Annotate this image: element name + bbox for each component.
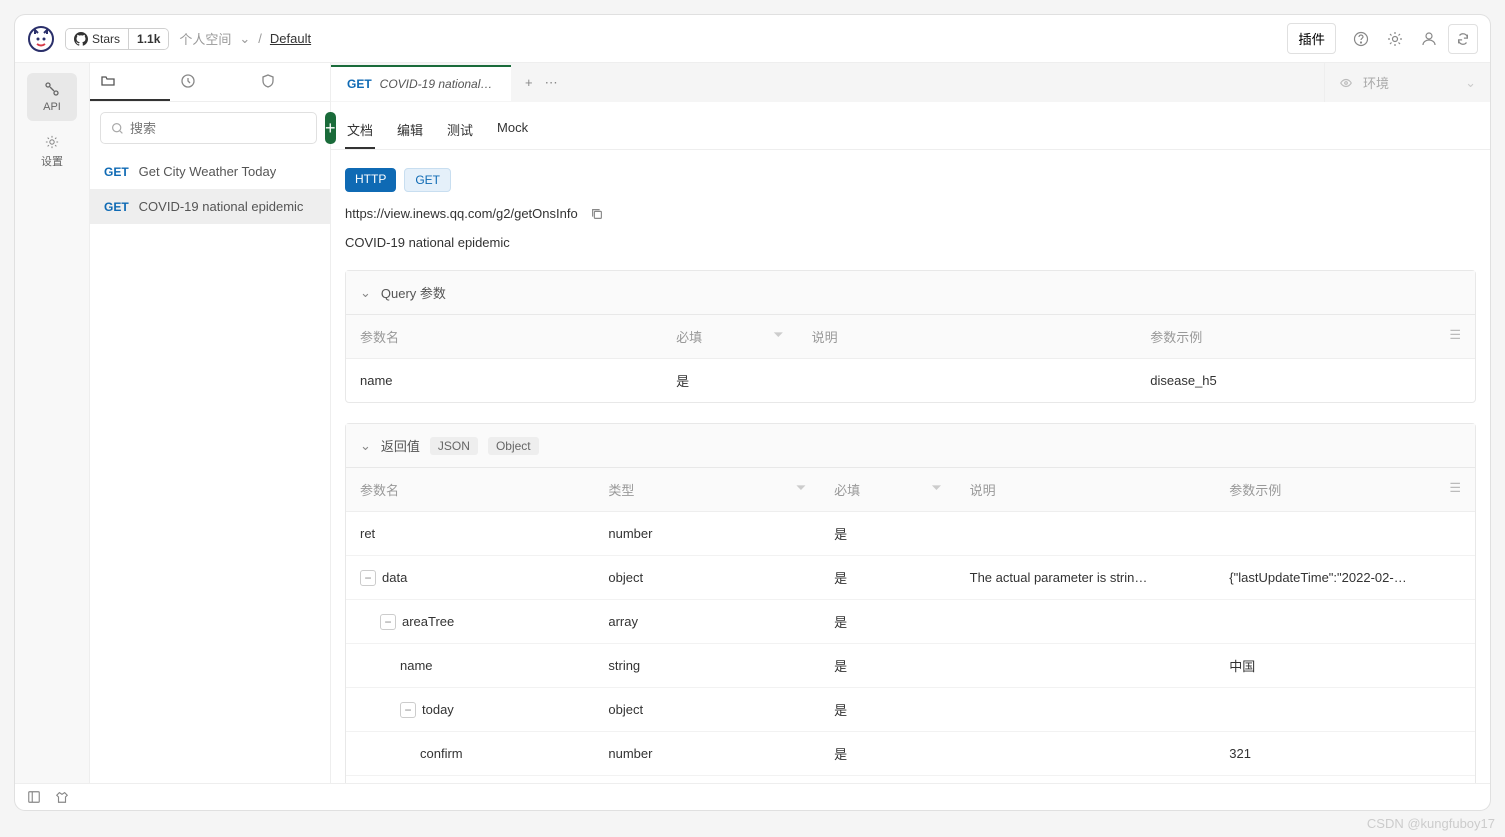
sub-tab-mock[interactable]: Mock xyxy=(495,112,530,149)
api-description: COVID-19 national epidemic xyxy=(345,235,1476,250)
statusbar xyxy=(15,783,1490,810)
panel-header[interactable]: ⌄ Query 参数 xyxy=(346,271,1475,315)
table-row: namestring是中国 xyxy=(346,644,1475,688)
breadcrumb: 个人空间 ⌄ / Default xyxy=(179,29,311,48)
chevron-down-icon[interactable]: ⌄ xyxy=(239,31,250,47)
main-content: GET COVID-19 national e… + ⋯ 环境 ⌄ 文档 编辑 … xyxy=(331,63,1490,783)
layout-icon[interactable] xyxy=(27,790,41,804)
copy-icon[interactable] xyxy=(590,207,604,221)
project-name[interactable]: Default xyxy=(270,31,311,46)
table-row: −todayobject是 xyxy=(346,688,1475,732)
col-example: 参数示例☰ xyxy=(1136,315,1475,359)
eye-icon xyxy=(1339,76,1353,90)
tree-toggle[interactable]: − xyxy=(360,570,376,586)
refresh-icon[interactable] xyxy=(1448,24,1478,54)
plugin-button[interactable]: 插件 xyxy=(1287,23,1336,54)
col-type: 类型⏷ xyxy=(594,468,820,512)
col-desc: 说明 xyxy=(956,468,1216,512)
user-icon[interactable] xyxy=(1414,24,1444,54)
api-item[interactable]: GET COVID-19 national epidemic xyxy=(90,189,330,224)
tab-menu-button[interactable]: ⋯ xyxy=(545,75,558,91)
http-badge: HTTP xyxy=(345,168,396,192)
rail-item-api[interactable]: API xyxy=(27,73,77,121)
query-params-panel: ⌄ Query 参数 参数名 必填⏷ 说明 参数示例☰ xyxy=(345,270,1476,403)
response-panel: ⌄ 返回值 JSON Object 参数名 类型⏷ 必填⏷ 说明 参 xyxy=(345,423,1476,783)
col-required: 必填⏷ xyxy=(820,468,955,512)
editor-tabs: GET COVID-19 national e… + ⋯ 环境 ⌄ xyxy=(331,63,1490,102)
app-logo xyxy=(27,25,55,53)
sidebar-tab-history[interactable] xyxy=(170,63,250,101)
stars-count: 1.1k xyxy=(128,29,168,49)
table-row: confirmnumber是321 xyxy=(346,732,1475,776)
tree-toggle[interactable]: − xyxy=(400,702,416,718)
filter-icon[interactable]: ⏷ xyxy=(931,480,941,496)
editor-tab[interactable]: GET COVID-19 national e… xyxy=(331,65,511,101)
help-icon[interactable] xyxy=(1346,24,1376,54)
col-desc: 说明 xyxy=(798,315,1137,359)
left-rail: API 设置 xyxy=(15,63,90,783)
sidebar-tab-shield[interactable] xyxy=(250,63,330,101)
sub-tab-test[interactable]: 测试 xyxy=(445,112,475,149)
sidebar: + GET Get City Weather Today GET COVID-1… xyxy=(90,63,331,783)
table-row: −areaTreearray是 xyxy=(346,600,1475,644)
api-item[interactable]: GET Get City Weather Today xyxy=(90,154,330,189)
chevron-down-icon: ⌄ xyxy=(1465,75,1476,91)
sub-tab-edit[interactable]: 编辑 xyxy=(395,112,425,149)
new-tab-button[interactable]: + xyxy=(525,75,533,90)
watermark: CSDN @kungfuboy17 xyxy=(1367,816,1495,831)
api-list: GET Get City Weather Today GET COVID-19 … xyxy=(90,154,330,783)
shirt-icon[interactable] xyxy=(55,790,69,804)
environment-selector[interactable]: 环境 ⌄ xyxy=(1324,63,1490,102)
api-url: https://view.inews.qq.com/g2/getOnsInfo xyxy=(345,206,578,221)
github-stars-button[interactable]: Stars 1.1k xyxy=(65,28,169,50)
panel-header[interactable]: ⌄ 返回值 JSON Object xyxy=(346,424,1475,468)
col-name: 参数名 xyxy=(346,468,594,512)
col-name: 参数名 xyxy=(346,315,662,359)
filter-icon[interactable]: ⏷ xyxy=(773,327,783,343)
table-row: isUpdatedboolean是true xyxy=(346,776,1475,784)
chevron-down-icon: ⌄ xyxy=(360,438,371,454)
col-required: 必填⏷ xyxy=(662,315,797,359)
chevron-down-icon: ⌄ xyxy=(360,285,371,301)
titlebar: Stars 1.1k 个人空间 ⌄ / Default 插件 xyxy=(15,15,1490,63)
search-icon xyxy=(111,122,124,135)
sidebar-tab-folder[interactable] xyxy=(90,63,170,101)
method-badge: GET xyxy=(404,168,451,192)
table-row: name 是 disease_h5 xyxy=(346,359,1475,403)
table-row: retnumber是 xyxy=(346,512,1475,556)
stars-label: Stars xyxy=(92,32,120,46)
workspace-name[interactable]: 个人空间 xyxy=(179,29,231,48)
sub-tab-doc[interactable]: 文档 xyxy=(345,112,375,149)
search-input[interactable] xyxy=(100,112,317,144)
list-icon[interactable]: ☰ xyxy=(1449,480,1461,496)
list-icon[interactable]: ☰ xyxy=(1449,327,1461,343)
col-example: 参数示例☰ xyxy=(1215,468,1475,512)
sub-tabs: 文档 编辑 测试 Mock xyxy=(331,102,1490,150)
tree-toggle[interactable]: − xyxy=(380,614,396,630)
table-row: −dataobject是The actual parameter is stri… xyxy=(346,556,1475,600)
rail-item-settings[interactable]: 设置 xyxy=(27,127,77,177)
gear-icon[interactable] xyxy=(1380,24,1410,54)
filter-icon[interactable]: ⏷ xyxy=(796,480,806,496)
